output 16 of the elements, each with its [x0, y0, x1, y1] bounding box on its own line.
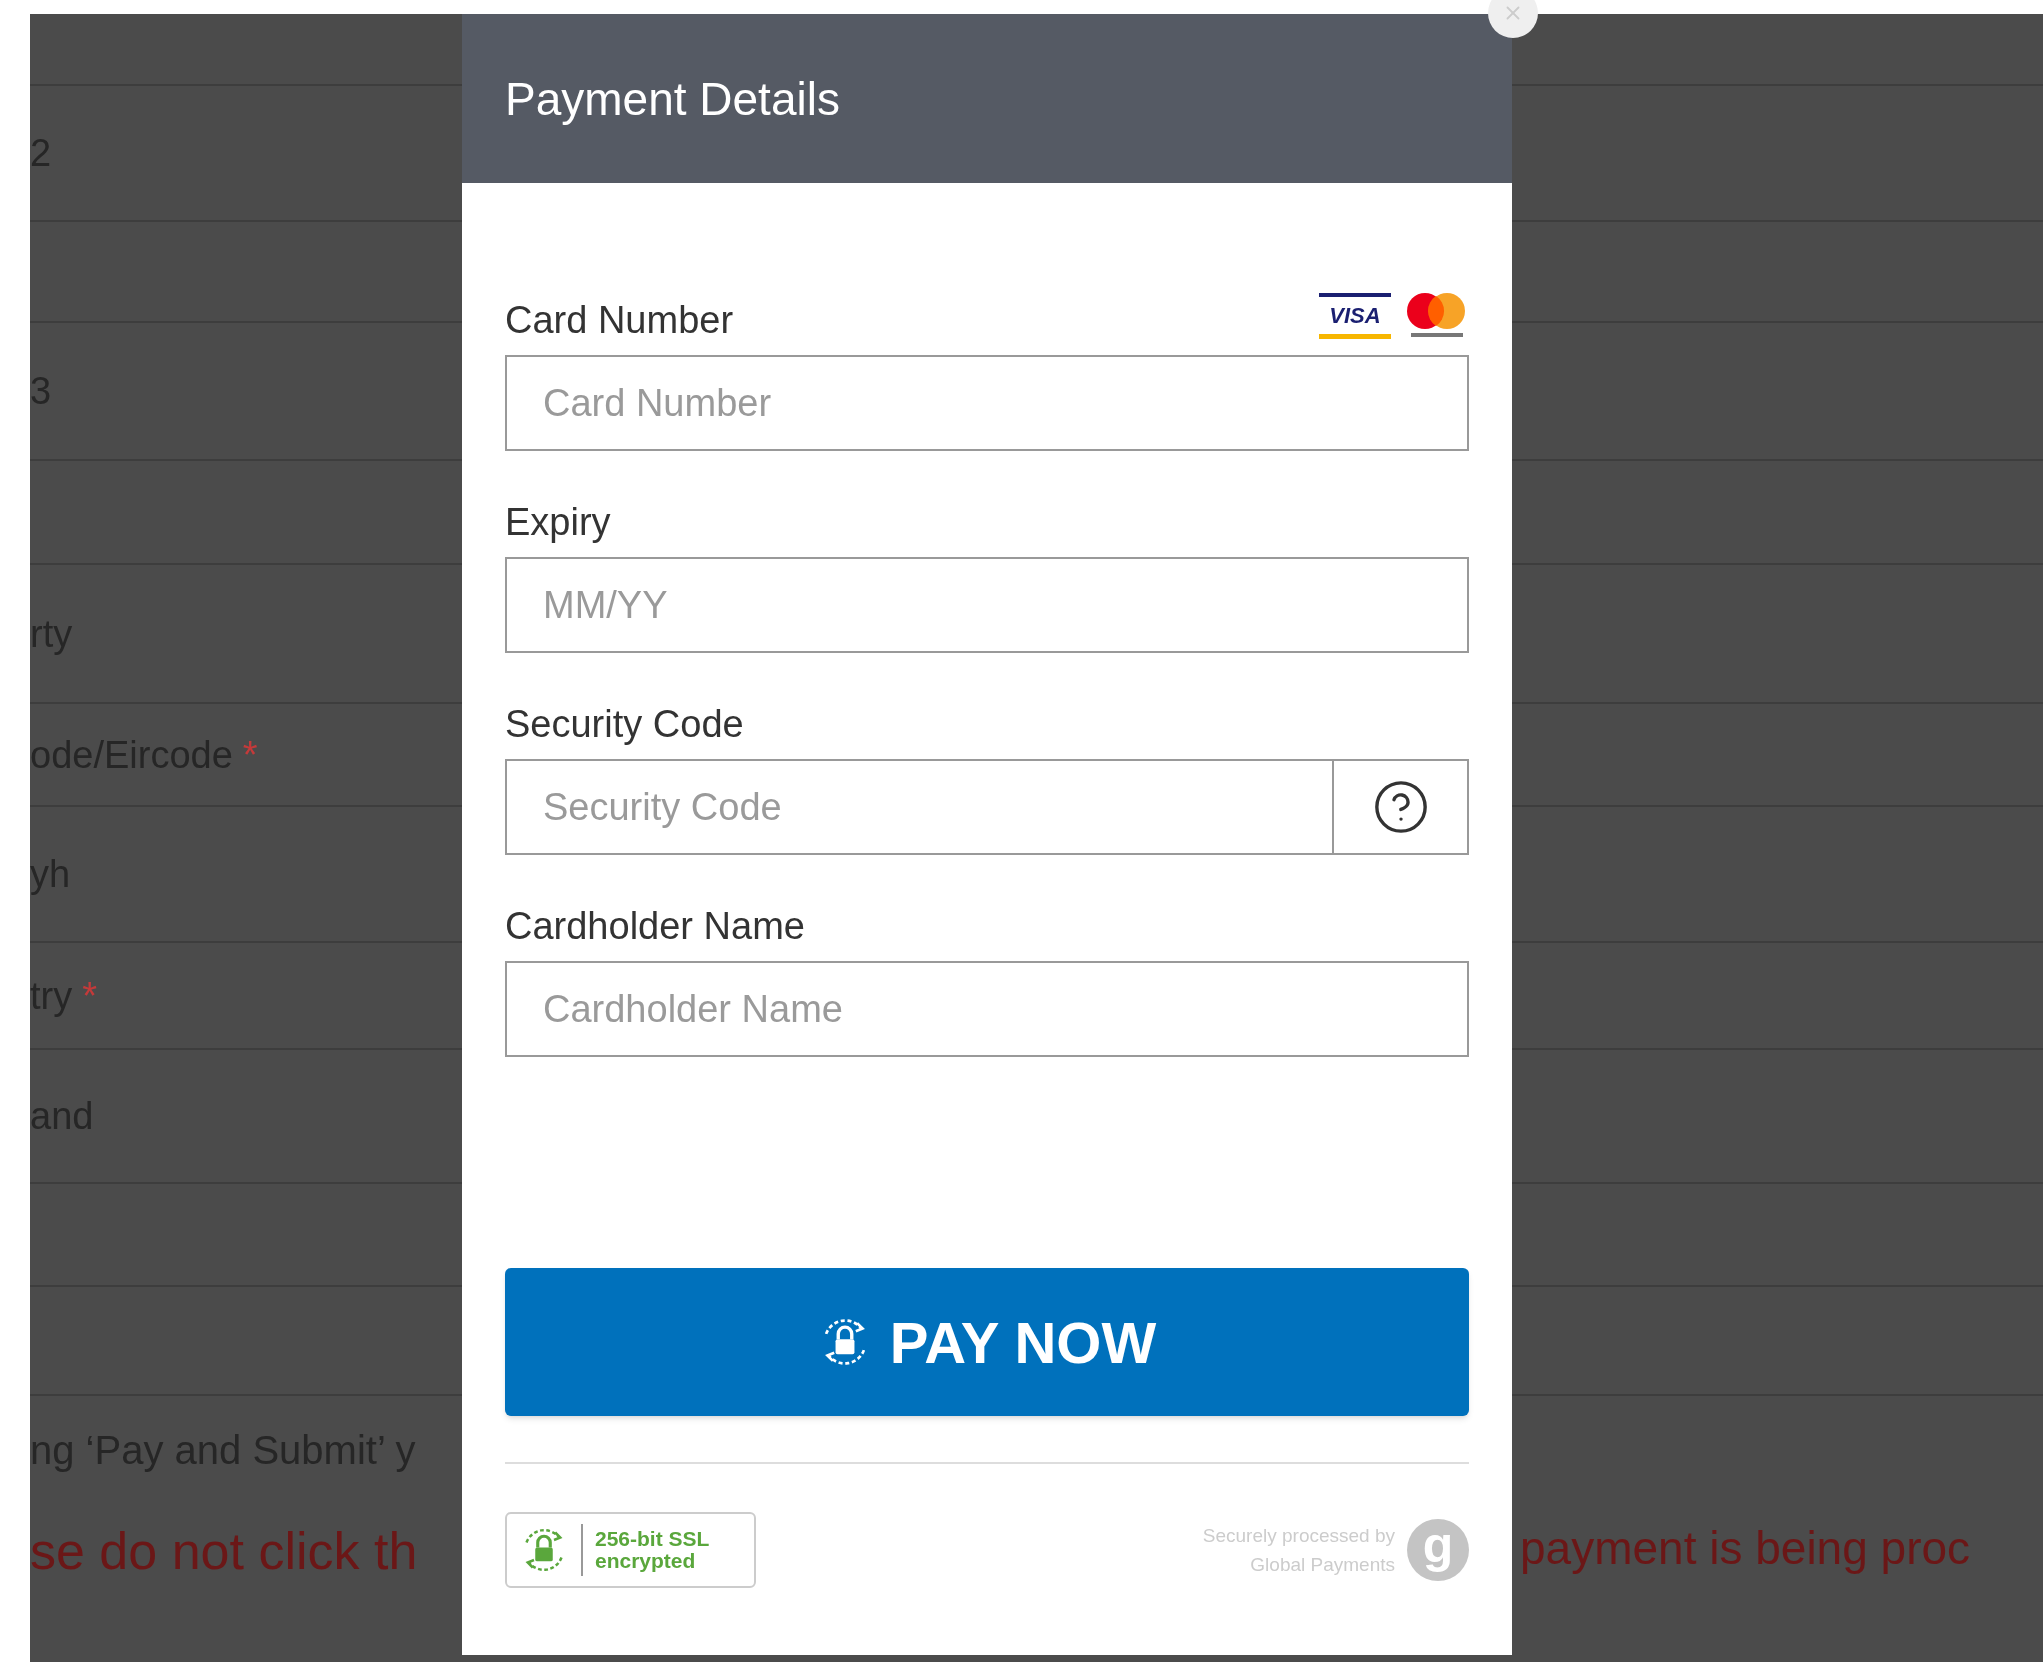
field-label: Expiry [505, 503, 611, 541]
badge-text: 256-bit SSL [595, 1528, 710, 1550]
required-mark: * [82, 976, 97, 1015]
pay-now-button[interactable]: PAY NOW [505, 1268, 1469, 1416]
field-label: Cardholder Name [505, 907, 805, 945]
text-input[interactable]: MM/YY [505, 557, 1469, 653]
required-mark: * [242, 735, 258, 774]
text-input[interactable]: Card Number [505, 355, 1469, 451]
field-label: Security Code [505, 705, 744, 743]
text-input[interactable]: Security Code [505, 759, 1334, 855]
visa-logo: VISA [1319, 293, 1391, 339]
text-input[interactable]: Cardholder Name [505, 961, 1469, 1057]
help-button[interactable] [1334, 759, 1469, 855]
processor-logo: g [1407, 1519, 1469, 1581]
badge-text: encrypted [595, 1550, 697, 1572]
field-label: Card Number [505, 301, 734, 339]
